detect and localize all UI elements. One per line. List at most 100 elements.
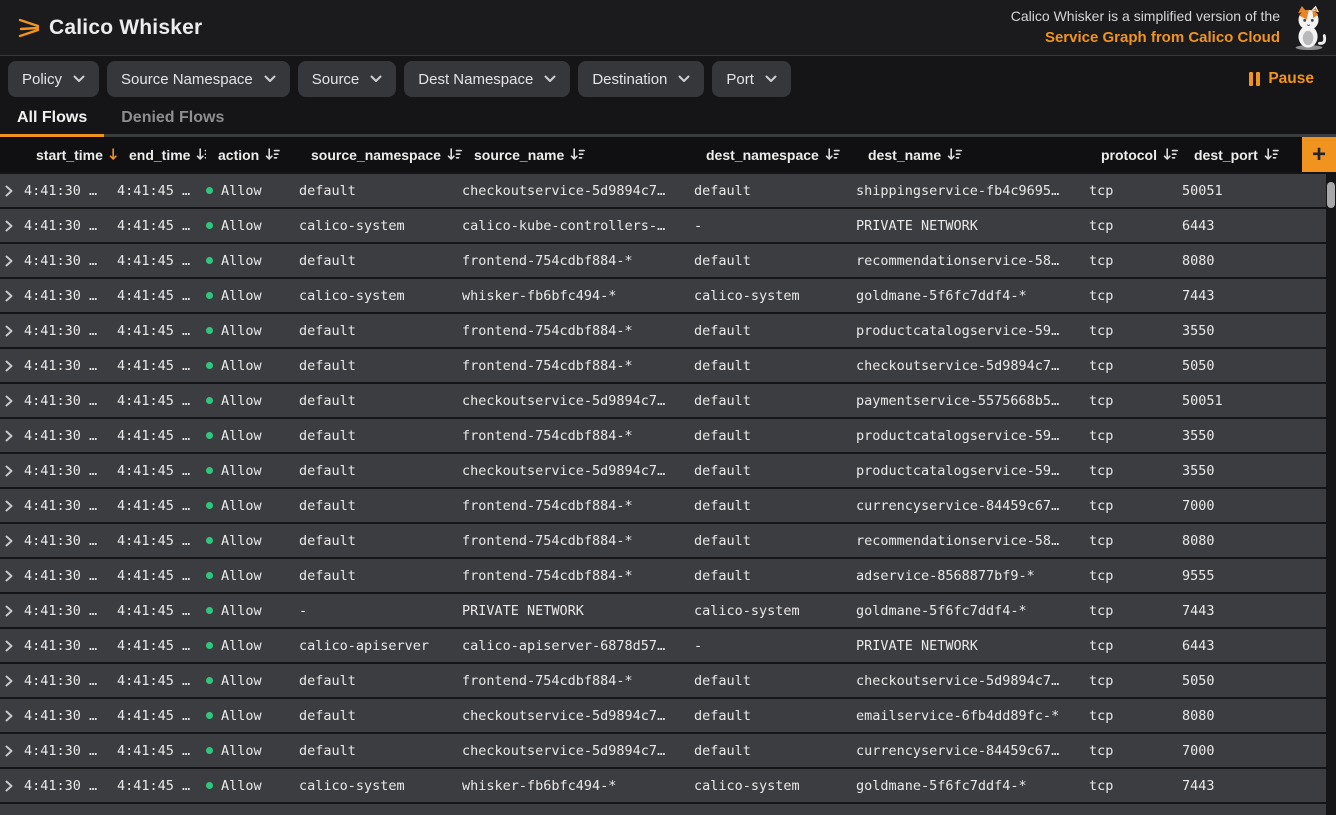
cell-end-time: 4:41:45 …: [117, 743, 206, 759]
cell-dest-port: 8080: [1182, 253, 1326, 269]
table-row[interactable]: 4:41:30 … 4:41:45 … Allow calico-system …: [0, 209, 1326, 242]
row-expander[interactable]: [0, 500, 24, 512]
row-expander[interactable]: [0, 395, 24, 407]
row-expander[interactable]: [0, 325, 24, 337]
row-expander[interactable]: [0, 745, 24, 757]
cell-protocol: tcp: [1089, 708, 1182, 724]
row-expander[interactable]: [0, 360, 24, 372]
service-graph-link[interactable]: Service Graph from Calico Cloud: [1011, 27, 1280, 49]
column-header-protocol[interactable]: protocol: [1089, 137, 1182, 172]
row-expander[interactable]: [0, 220, 24, 232]
table-row[interactable]: 4:41:30 … 4:41:45 … Allow calico-system …: [0, 279, 1326, 312]
column-header-start-time[interactable]: start_time: [24, 137, 117, 172]
pause-button[interactable]: Pause: [1249, 70, 1314, 88]
tab-denied-flows[interactable]: Denied Flows: [104, 102, 241, 137]
column-header-end-time[interactable]: end_time: [117, 137, 206, 172]
column-header-dest-port[interactable]: dest_port: [1182, 137, 1302, 172]
cell-start-time: 4:41:30 …: [24, 288, 117, 304]
chevron-right-icon: [5, 360, 13, 372]
chevron-down-icon: [370, 75, 382, 83]
row-expander[interactable]: [0, 710, 24, 722]
row-expander[interactable]: [0, 640, 24, 652]
row-expander[interactable]: [0, 605, 24, 617]
chevron-down-icon: [678, 75, 690, 83]
row-expander[interactable]: [0, 535, 24, 547]
vertical-scrollbar[interactable]: [1327, 182, 1335, 208]
cell-source-name: checkoutservice-5d9894c7…: [462, 183, 694, 199]
table-row[interactable]: 4:41:30 … 4:41:45 … Allow default checko…: [0, 454, 1326, 487]
action-label: Allow: [221, 393, 262, 409]
table-row[interactable]: 4:41:30 … 4:41:45 … Allow default fronte…: [0, 664, 1326, 697]
table-row[interactable]: 4:41:30 … 4:41:45 … Allow default fronte…: [0, 419, 1326, 452]
chevron-right-icon: [5, 465, 13, 477]
pause-icon: [1249, 72, 1260, 86]
sort-icon: [265, 148, 280, 161]
filter-destination[interactable]: Destination: [578, 61, 704, 97]
cell-dest-port: 7000: [1182, 743, 1326, 759]
chevron-right-icon: [5, 325, 13, 337]
table-row[interactable]: 4:41:30 … 4:41:45 … Allow default checko…: [0, 384, 1326, 417]
table-header-row: start_time end_time action source_namesp…: [0, 137, 1336, 172]
table-row[interactable]: 4:41:30 … 4:41:45 … Allow default fronte…: [0, 559, 1326, 592]
table-row[interactable]: 4:41:30 … 4:41:45 … Allow calico-system …: [0, 769, 1326, 802]
table-row[interactable]: 4:41:30 … 4:41:45 … Allow default fronte…: [0, 349, 1326, 382]
row-expander[interactable]: [0, 255, 24, 267]
tab-all-flows[interactable]: All Flows: [0, 102, 104, 137]
table-row[interactable]: 4:41:30 … 4:41:45 … Allow default checko…: [0, 174, 1326, 207]
add-column-button[interactable]: +: [1302, 137, 1336, 172]
cell-dest-namespace: default: [694, 708, 856, 724]
column-header-source-namespace[interactable]: source_namespace: [299, 137, 462, 172]
row-expander[interactable]: [0, 780, 24, 792]
cell-dest-namespace: default: [694, 463, 856, 479]
filter-port[interactable]: Port: [712, 61, 791, 97]
column-label: dest_port: [1194, 147, 1258, 163]
cell-dest-port: 8080: [1182, 533, 1326, 549]
pause-label: Pause: [1268, 70, 1314, 88]
table-row[interactable]: 4:41:30 … 4:41:45 … Allow default fronte…: [0, 314, 1326, 347]
cell-dest-name: checkoutservice-5d9894c7…: [856, 673, 1089, 689]
row-expander[interactable]: [0, 290, 24, 302]
column-header-action[interactable]: action: [206, 137, 299, 172]
cell-protocol: tcp: [1089, 673, 1182, 689]
filter-label: Dest Namespace: [418, 71, 533, 88]
column-header-source-name[interactable]: source_name: [462, 137, 694, 172]
allow-status-dot: [206, 362, 213, 369]
filter-source-namespace[interactable]: Source Namespace: [107, 61, 290, 97]
cell-end-time: 4:41:45 …: [117, 778, 206, 794]
row-expander[interactable]: [0, 465, 24, 477]
sort-icon: [1264, 148, 1279, 161]
cell-protocol: tcp: [1089, 323, 1182, 339]
column-header-dest-name[interactable]: dest_name: [856, 137, 1089, 172]
table-row[interactable]: 4:41:30 … 4:41:45 … Allow default fronte…: [0, 244, 1326, 277]
filter-label: Source Namespace: [121, 71, 253, 88]
row-expander[interactable]: [0, 430, 24, 442]
row-expander[interactable]: [0, 570, 24, 582]
cell-dest-port: 3550: [1182, 463, 1326, 479]
allow-status-dot: [206, 677, 213, 684]
cell-end-time: 4:41:45 …: [117, 183, 206, 199]
column-label: start_time: [36, 147, 103, 163]
row-expander[interactable]: [0, 185, 24, 197]
table-row[interactable]: 4:41:30 … 4:41:45 … Allow default checko…: [0, 734, 1326, 767]
filter-bar: Policy Source Namespace Source Dest Name…: [0, 56, 1336, 102]
table-row[interactable]: 4:41:30 … 4:41:45 … Allow default fronte…: [0, 489, 1326, 522]
cell-dest-name: checkoutservice-5d9894c7…: [856, 358, 1089, 374]
cell-source-namespace: default: [299, 498, 462, 514]
top-bar: Calico Whisker Calico Whisker is a simpl…: [0, 0, 1336, 56]
table-row[interactable]: 4:41:30 … 4:41:45 … Allow default fronte…: [0, 524, 1326, 557]
column-header-dest-namespace[interactable]: dest_namespace: [694, 137, 856, 172]
cell-start-time: 4:41:30 …: [24, 568, 117, 584]
table-row[interactable]: 4:41:30 … 4:41:45 … Allow calico-apiserv…: [0, 629, 1326, 662]
filter-label: Destination: [592, 71, 667, 88]
filter-dest-namespace[interactable]: Dest Namespace: [404, 61, 570, 97]
table-row[interactable]: 4:41:30 … 4:41:45 … Allow - PRIVATE NETW…: [0, 594, 1326, 627]
filter-policy[interactable]: Policy: [8, 61, 99, 97]
cell-source-namespace: default: [299, 183, 462, 199]
table-row[interactable]: 4:41:30 … 4:41:45 … Allow default checko…: [0, 699, 1326, 732]
tab-label: All Flows: [17, 109, 87, 127]
chevron-right-icon: [5, 500, 13, 512]
filter-source[interactable]: Source: [298, 61, 397, 97]
cell-dest-namespace: default: [694, 253, 856, 269]
row-expander[interactable]: [0, 675, 24, 687]
action-label: Allow: [221, 778, 262, 794]
